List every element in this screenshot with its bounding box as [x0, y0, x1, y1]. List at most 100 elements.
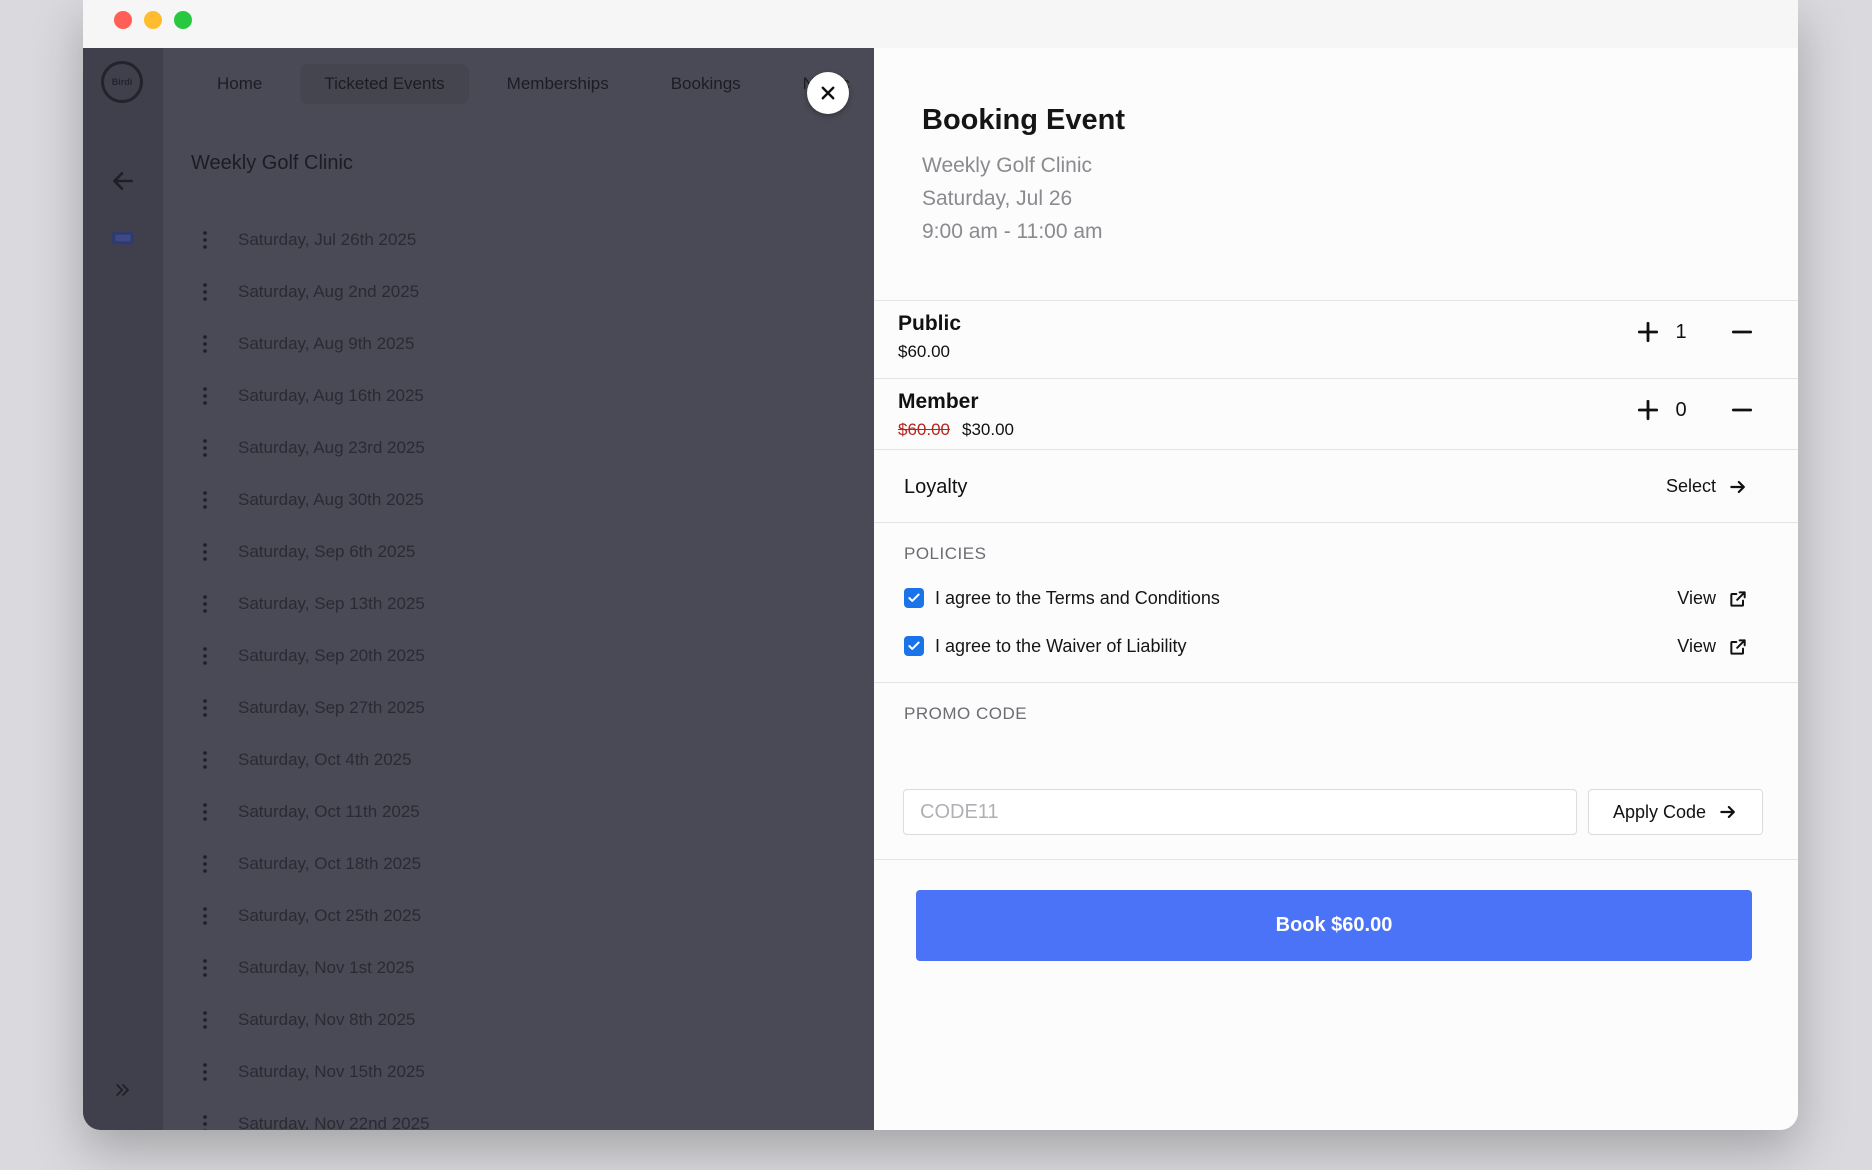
event-date-row[interactable]: Saturday, Nov 8th 2025 — [191, 1010, 430, 1062]
more-vertical-icon[interactable] — [200, 594, 210, 614]
event-date-row[interactable]: Saturday, Nov 15th 2025 — [191, 1062, 430, 1114]
event-date-row[interactable]: Saturday, Sep 6th 2025 — [191, 542, 430, 594]
waiver-view-link[interactable]: View — [1677, 636, 1748, 657]
event-date-row[interactable]: Saturday, Sep 20th 2025 — [191, 646, 430, 698]
more-vertical-icon[interactable] — [200, 750, 210, 770]
event-date-row[interactable]: Saturday, Sep 27th 2025 — [191, 698, 430, 750]
apply-code-label: Apply Code — [1612, 801, 1707, 822]
increase-public-button[interactable] — [1635, 319, 1661, 345]
side-rail: Birdi — [83, 48, 163, 1130]
nav-ticketed-events[interactable]: Ticketed Events — [300, 64, 469, 104]
more-vertical-icon[interactable] — [200, 802, 210, 822]
app-window: Birdi Home Ticketed Events Memberships B… — [83, 0, 1798, 1130]
external-link-icon — [1730, 590, 1746, 607]
event-date-row[interactable]: Saturday, Oct 4th 2025 — [191, 750, 430, 802]
policies-header: POLICIES — [904, 544, 987, 563]
event-date-row[interactable]: Saturday, Oct 11th 2025 — [191, 802, 430, 854]
quantity-member: 0 — [1675, 399, 1687, 421]
more-vertical-icon[interactable] — [200, 438, 210, 458]
more-vertical-icon[interactable] — [200, 854, 210, 874]
more-vertical-icon[interactable] — [200, 490, 210, 510]
more-vertical-icon[interactable] — [200, 958, 210, 978]
event-date-row[interactable]: Saturday, Aug 9th 2025 — [191, 334, 430, 386]
divider — [874, 300, 1798, 301]
more-vertical-icon[interactable] — [200, 646, 210, 666]
terms-view-label: View — [1677, 588, 1716, 608]
promo-code-input[interactable] — [903, 789, 1577, 835]
checkmark-icon — [908, 641, 920, 650]
apply-code-button[interactable]: Apply Code — [1588, 789, 1763, 835]
book-button[interactable]: Book $60.00 — [916, 890, 1752, 961]
more-vertical-icon[interactable] — [200, 1062, 210, 1082]
event-date-row[interactable]: Saturday, Aug 23rd 2025 — [191, 438, 430, 490]
event-date-row[interactable]: Saturday, Nov 22nd 2025 — [191, 1114, 430, 1130]
booking-panel: Booking Event Weekly Golf Clinic Saturda… — [874, 48, 1798, 1130]
loyalty-select-button[interactable]: Select — [1666, 476, 1748, 497]
app-background: Birdi Home Ticketed Events Memberships B… — [83, 48, 874, 1130]
increase-member-button[interactable] — [1635, 397, 1661, 423]
event-heading: Weekly Golf Clinic — [191, 152, 353, 174]
event-date-row[interactable]: Saturday, Aug 2nd 2025 — [191, 282, 430, 334]
more-vertical-icon[interactable] — [200, 334, 210, 354]
more-vertical-icon[interactable] — [200, 282, 210, 302]
panel-title: Booking Event — [922, 104, 1126, 136]
terms-label: I agree to the Terms and Conditions — [935, 588, 1220, 608]
ticket-price-member: $60.00 $30.00 — [898, 420, 1014, 440]
event-date-label: Saturday, Aug 23rd 2025 — [238, 438, 425, 457]
close-panel-button[interactable] — [807, 72, 849, 114]
terms-view-link[interactable]: View — [1677, 588, 1748, 609]
event-date-row[interactable]: Saturday, Sep 13th 2025 — [191, 594, 430, 646]
more-vertical-icon[interactable] — [200, 1010, 210, 1030]
more-vertical-icon[interactable] — [200, 542, 210, 562]
event-date-label: Saturday, Sep 6th 2025 — [238, 542, 416, 561]
arrow-right-icon — [1720, 805, 1735, 819]
event-date-label: Saturday, Aug 9th 2025 — [238, 334, 415, 353]
event-date-row[interactable]: Saturday, Aug 16th 2025 — [191, 386, 430, 438]
divider — [874, 682, 1798, 683]
event-date-row[interactable]: Saturday, Oct 18th 2025 — [191, 854, 430, 906]
nav-memberships[interactable]: Memberships — [483, 64, 633, 104]
more-vertical-icon[interactable] — [200, 1114, 210, 1130]
double-chevron-right-icon[interactable] — [113, 1080, 133, 1100]
nav-home[interactable]: Home — [193, 64, 286, 104]
event-date-label: Saturday, Oct 25th 2025 — [238, 906, 422, 925]
close-icon — [821, 86, 835, 100]
loyalty-label: Loyalty — [904, 476, 968, 498]
more-vertical-icon[interactable] — [200, 698, 210, 718]
decrease-public-button[interactable] — [1729, 319, 1755, 345]
event-date-label: Saturday, Nov 15th 2025 — [238, 1062, 425, 1081]
decrease-member-button[interactable] — [1729, 397, 1755, 423]
original-price: $60.00 — [898, 420, 950, 439]
zoom-window-button[interactable] — [174, 11, 192, 29]
event-date-row[interactable]: Saturday, Jul 26th 2025 — [191, 230, 430, 282]
event-name: Weekly Golf Clinic — [922, 154, 1092, 177]
waiver-checkbox[interactable] — [904, 636, 924, 656]
nav-bookings[interactable]: Bookings — [647, 64, 765, 104]
loyalty-select-label: Select — [1665, 476, 1716, 496]
event-date-row[interactable]: Saturday, Nov 1st 2025 — [191, 958, 430, 1010]
discounted-price: $30.00 — [962, 420, 1014, 439]
event-date-row[interactable]: Saturday, Oct 25th 2025 — [191, 906, 430, 958]
more-vertical-icon[interactable] — [200, 230, 210, 250]
ticket-price-public: $60.00 — [898, 342, 950, 361]
minimize-window-button[interactable] — [144, 11, 162, 29]
promo-header: PROMO CODE — [904, 704, 1028, 723]
event-date-label: Saturday, Aug 2nd 2025 — [238, 282, 420, 301]
event-date-label: Saturday, Nov 1st 2025 — [238, 958, 415, 977]
brand-logo[interactable]: Birdi — [101, 61, 143, 103]
quantity-public: 1 — [1675, 321, 1687, 343]
event-date-label: Saturday, Nov 8th 2025 — [238, 1010, 416, 1029]
more-vertical-icon[interactable] — [200, 386, 210, 406]
title-bar — [83, 0, 1798, 48]
event-date-row[interactable]: Saturday, Aug 30th 2025 — [191, 490, 430, 542]
ticket-icon[interactable] — [110, 225, 136, 251]
event-date-label: Saturday, Jul 26th 2025 — [238, 230, 417, 249]
divider — [874, 378, 1798, 379]
divider — [874, 859, 1798, 860]
close-window-button[interactable] — [114, 11, 132, 29]
back-arrow-icon[interactable] — [110, 168, 136, 194]
more-vertical-icon[interactable] — [200, 906, 210, 926]
event-date: Saturday, Jul 26 — [922, 187, 1073, 210]
terms-checkbox[interactable] — [904, 588, 924, 608]
ticket-name-public: Public — [898, 312, 962, 335]
